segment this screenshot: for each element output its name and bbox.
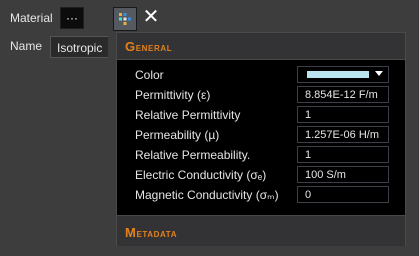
permittivity-field[interactable]: 8.854E-12 F/m — [297, 86, 389, 103]
metadata-section-header[interactable]: Metadata — [117, 215, 405, 246]
electric-conductivity-field[interactable]: 100 S/m — [297, 166, 389, 183]
magnetic-conductivity-field[interactable]: 0 — [297, 186, 389, 203]
property-row-color: Color — [127, 65, 397, 84]
property-label: Relative Permittivity — [135, 108, 241, 122]
property-label: Magnetic Conductivity (σₘ) — [135, 188, 279, 202]
relative-permeability-field[interactable]: 1 — [297, 146, 389, 163]
metadata-section-title: Metadata — [125, 225, 178, 240]
general-section-header[interactable]: General — [117, 33, 405, 60]
name-label: Name — [10, 39, 43, 53]
material-properties-button[interactable] — [113, 7, 137, 31]
chevron-down-icon — [375, 71, 383, 76]
property-label: Permeability (µ) — [135, 128, 220, 142]
general-section-title: General — [125, 39, 173, 54]
property-row-relative-permittivity: Relative Permittivity 1 — [127, 105, 397, 124]
property-label: Color — [135, 68, 164, 82]
property-label: Relative Permeability. — [135, 148, 251, 162]
property-row-electric-conductivity: Electric Conductivity (σₑ) 100 S/m — [127, 165, 397, 184]
relative-permittivity-field[interactable]: 1 — [297, 106, 389, 123]
material-browse-button[interactable]: ··· — [60, 7, 84, 29]
color-swatch — [307, 71, 369, 78]
material-properties-panel: General Color Permittivity (ε) 8.854E-12… — [116, 32, 406, 246]
property-row-permeability: Permeability (µ) 1.257E-06 H/m — [127, 125, 397, 144]
name-field[interactable]: Isotropic — [50, 36, 108, 58]
color-dropdown[interactable] — [297, 66, 389, 83]
properties-icon — [119, 13, 131, 25]
property-label: Electric Conductivity (σₑ) — [135, 168, 267, 182]
property-row-permittivity: Permittivity (ε) 8.854E-12 F/m — [127, 85, 397, 104]
permeability-field[interactable]: 1.257E-06 H/m — [297, 126, 389, 143]
property-row-relative-permeability: Relative Permeability. 1 — [127, 145, 397, 164]
close-icon[interactable]: ✕ — [142, 6, 160, 28]
material-label: Material — [10, 11, 53, 25]
property-row-magnetic-conductivity: Magnetic Conductivity (σₘ) 0 — [127, 185, 397, 204]
property-label: Permittivity (ε) — [135, 88, 211, 102]
